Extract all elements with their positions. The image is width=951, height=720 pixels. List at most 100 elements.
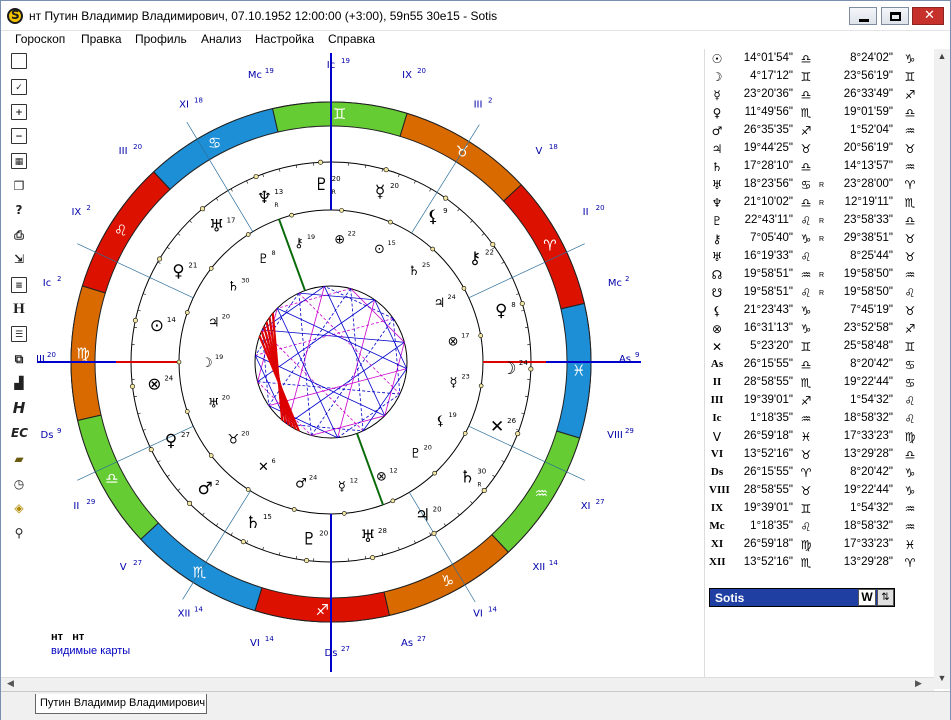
table-row[interactable]: IX 19°39'01" ♊ 1°54'32" ♒ xyxy=(709,500,931,518)
degree-tick xyxy=(516,293,520,295)
row-position-transit: 19°22'44" xyxy=(843,376,893,388)
row-position-natal: 1°18'35" xyxy=(750,412,793,424)
scroll-down-icon[interactable]: ▼ xyxy=(936,673,948,683)
outer-planet-degree: 14 xyxy=(167,316,176,324)
table-row[interactable]: ♅ 18°23'56" ♋ R 23°28'00" ♈ xyxy=(709,176,931,194)
house-cusp-label: Ds xyxy=(41,430,54,441)
menu-help[interactable]: Справка xyxy=(328,32,375,46)
outer-planet-degree: 22 xyxy=(485,248,494,256)
table-row[interactable]: Mc 1°18'35" ♌ 18°58'32" ♒ xyxy=(709,518,931,536)
pane-divider[interactable] xyxy=(704,49,705,689)
table-row[interactable]: ☊ 19°58'51" ♒ R 19°58'50" ♒ xyxy=(709,266,931,284)
legend-name-1: нт xyxy=(51,631,64,643)
print-icon[interactable]: ⎙ xyxy=(11,227,27,243)
planet-marker xyxy=(528,366,534,372)
clock-icon[interactable]: ◷ xyxy=(11,476,27,492)
table-row[interactable]: XII 13°52'16" ♏ 13°29'28" ♈ xyxy=(709,554,931,572)
table-row[interactable]: V 26°59'18" ♓ 17°33'23" ♍ xyxy=(709,428,931,446)
window-title: нт Путин Владимир Владимирович, 07.10.19… xyxy=(29,9,498,23)
table-row[interactable]: Ds 26°15'55" ♈ 8°20'42" ♑ xyxy=(709,464,931,482)
menu-analysis[interactable]: Анализ xyxy=(201,32,242,46)
table-row[interactable]: ⚸ 21°23'43" ♑ 7°45'19" ♉ xyxy=(709,302,931,320)
table-row[interactable]: ♅ 16°19'33" ♌ 8°25'44" ♉ xyxy=(709,248,931,266)
row-sign-natal: ♊ xyxy=(800,340,812,354)
scroll-left-icon[interactable]: ◀ xyxy=(7,678,14,689)
menu-horoscope[interactable]: Гороскоп xyxy=(15,32,65,46)
house-cusp-label: VIII xyxy=(607,430,623,441)
table-row[interactable]: ♃ 19°44'25" ♉ 20°56'19" ♉ xyxy=(709,140,931,158)
scroll-right-icon[interactable]: ▶ xyxy=(915,678,922,689)
map-icon[interactable]: ◈ xyxy=(11,500,27,516)
row-sign-transit: ♋ xyxy=(904,376,916,390)
add-document-icon[interactable]: + xyxy=(11,104,27,120)
table-row[interactable]: ☋ 19°58'51" ♌ R 19°58'50" ♌ xyxy=(709,284,931,302)
sotis-sort-button[interactable]: ⇅ xyxy=(877,589,894,606)
document-query-icon[interactable]: ? xyxy=(11,202,27,218)
table-row[interactable]: ♇ 22°43'11" ♌ R 23°58'33" ♎ xyxy=(709,212,931,230)
minimize-button[interactable] xyxy=(849,7,877,25)
row-position-natal: 28°58'55" xyxy=(743,484,793,496)
table-row[interactable]: ♆ 21°10'02" ♎ R 12°19'11" ♏ xyxy=(709,194,931,212)
table-row[interactable]: ⊗ 16°31'13" ♑ 23°52'58" ♐ xyxy=(709,320,931,338)
italic-h-icon[interactable]: H xyxy=(11,400,27,416)
chart-legend-names: нт нт xyxy=(51,631,84,643)
table-row[interactable]: ♂ 26°35'35" ♐ 1°52'04" ♒ xyxy=(709,122,931,140)
table-row[interactable]: VI 13°52'16" ♉ 13°29'28" ♎ xyxy=(709,446,931,464)
table-row[interactable]: XI 26°59'18" ♍ 17°33'23" ♓ xyxy=(709,536,931,554)
remove-document-icon[interactable]: − xyxy=(11,128,27,144)
row-position-natal: 19°39'01" xyxy=(743,502,793,514)
menu-settings[interactable]: Настройка xyxy=(255,32,314,46)
check-document-icon[interactable]: ✓ xyxy=(11,79,27,95)
row-sign-transit: ♏ xyxy=(904,196,916,210)
menu-profile[interactable]: Профиль xyxy=(135,32,187,46)
row-position-transit: 26°33'49" xyxy=(843,88,893,100)
table-row[interactable]: Ic 1°18'35" ♒ 18°58'32" ♌ xyxy=(709,410,931,428)
degree-tick xyxy=(470,501,473,504)
table-row[interactable]: As 26°15'55" ♎ 8°20'42" ♋ xyxy=(709,356,931,374)
vertical-scrollbar[interactable]: ▲ ▼ xyxy=(934,49,950,689)
table-row[interactable]: ☿ 23°20'36" ♎ 26°33'49" ♐ xyxy=(709,86,931,104)
inner-planet-degree: 20 xyxy=(222,393,230,401)
row-position-natal: 16°19'33" xyxy=(743,250,793,262)
table-row[interactable]: ✕ 5°23'20" ♊ 25°58'48" ♊ xyxy=(709,338,931,356)
outer-planet-degree: 26 xyxy=(507,417,516,425)
row-position-natal: 17°28'10" xyxy=(743,160,793,172)
inner-planet-degree: 8 xyxy=(271,249,275,257)
inner-planet-icon: ⚷ xyxy=(294,236,304,251)
copy-icon[interactable]: ❐ xyxy=(11,178,27,194)
table-row[interactable]: II 28°58'55" ♏ 19°22'44" ♋ xyxy=(709,374,931,392)
sotis-logo-icon[interactable] xyxy=(7,8,23,24)
sotis-w-button[interactable]: W xyxy=(858,589,876,606)
pages-icon[interactable]: ⧉ xyxy=(11,351,27,367)
table-row[interactable]: ♄ 17°28'10" ♎ 14°13'57" ♒ xyxy=(709,158,931,176)
table-row[interactable]: ⚷ 7°05'40" ♑ R 29°38'51" ♉ xyxy=(709,230,931,248)
row-symbol: ♅ xyxy=(711,250,723,264)
title-bar[interactable]: нт Путин Владимир Владимирович, 07.10.19… xyxy=(1,1,950,31)
table-row[interactable]: III 19°39'01" ♐ 1°54'32" ♌ xyxy=(709,392,931,410)
new-document-icon[interactable] xyxy=(11,53,27,69)
table-row[interactable]: VIII 28°58'55" ♉ 19°22'44" ♑ xyxy=(709,482,931,500)
folder-icon[interactable]: ▰ xyxy=(11,451,27,467)
row-symbol: ☋ xyxy=(711,286,723,300)
tab-putin[interactable]: Путин Владимир Владимирович xyxy=(35,694,207,714)
text-icon[interactable]: ≡ xyxy=(11,277,27,293)
search-icon[interactable]: ⚲ xyxy=(11,525,27,541)
maximize-button[interactable] xyxy=(881,7,909,25)
degree-tick xyxy=(133,326,138,329)
table-row[interactable]: ☉ 14°01'54" ♎ 8°24'02" ♑ xyxy=(709,50,931,68)
table-row[interactable]: ☽ 4°17'12" ♊ 23°56'19" ♊ xyxy=(709,68,931,86)
list-icon[interactable]: ☰ xyxy=(11,326,27,342)
menu-edit[interactable]: Правка xyxy=(81,32,122,46)
degree-tick xyxy=(278,552,281,556)
image-icon[interactable]: ▦ xyxy=(11,153,27,169)
close-button[interactable]: ✕ xyxy=(912,7,944,25)
table-row[interactable]: ♀ 11°49'56" ♏ 19°01'59" ♎ xyxy=(709,104,931,122)
planet-marker xyxy=(187,500,193,506)
natal-chart-canvas[interactable]: ♈♉♊♋♌♍♎♏♐♑♒♓Ic19IX20III2V18II20Mc2As9VII… xyxy=(37,53,701,688)
ec-icon[interactable]: EC xyxy=(11,425,28,441)
h-icon[interactable]: H xyxy=(11,301,27,317)
scroll-up-icon[interactable]: ▲ xyxy=(936,51,948,61)
horizontal-scrollbar[interactable]: ◀ ▶ xyxy=(1,677,934,691)
bar-chart-icon[interactable]: ▟ xyxy=(11,375,27,391)
export-icon[interactable]: ⇲ xyxy=(11,251,27,267)
